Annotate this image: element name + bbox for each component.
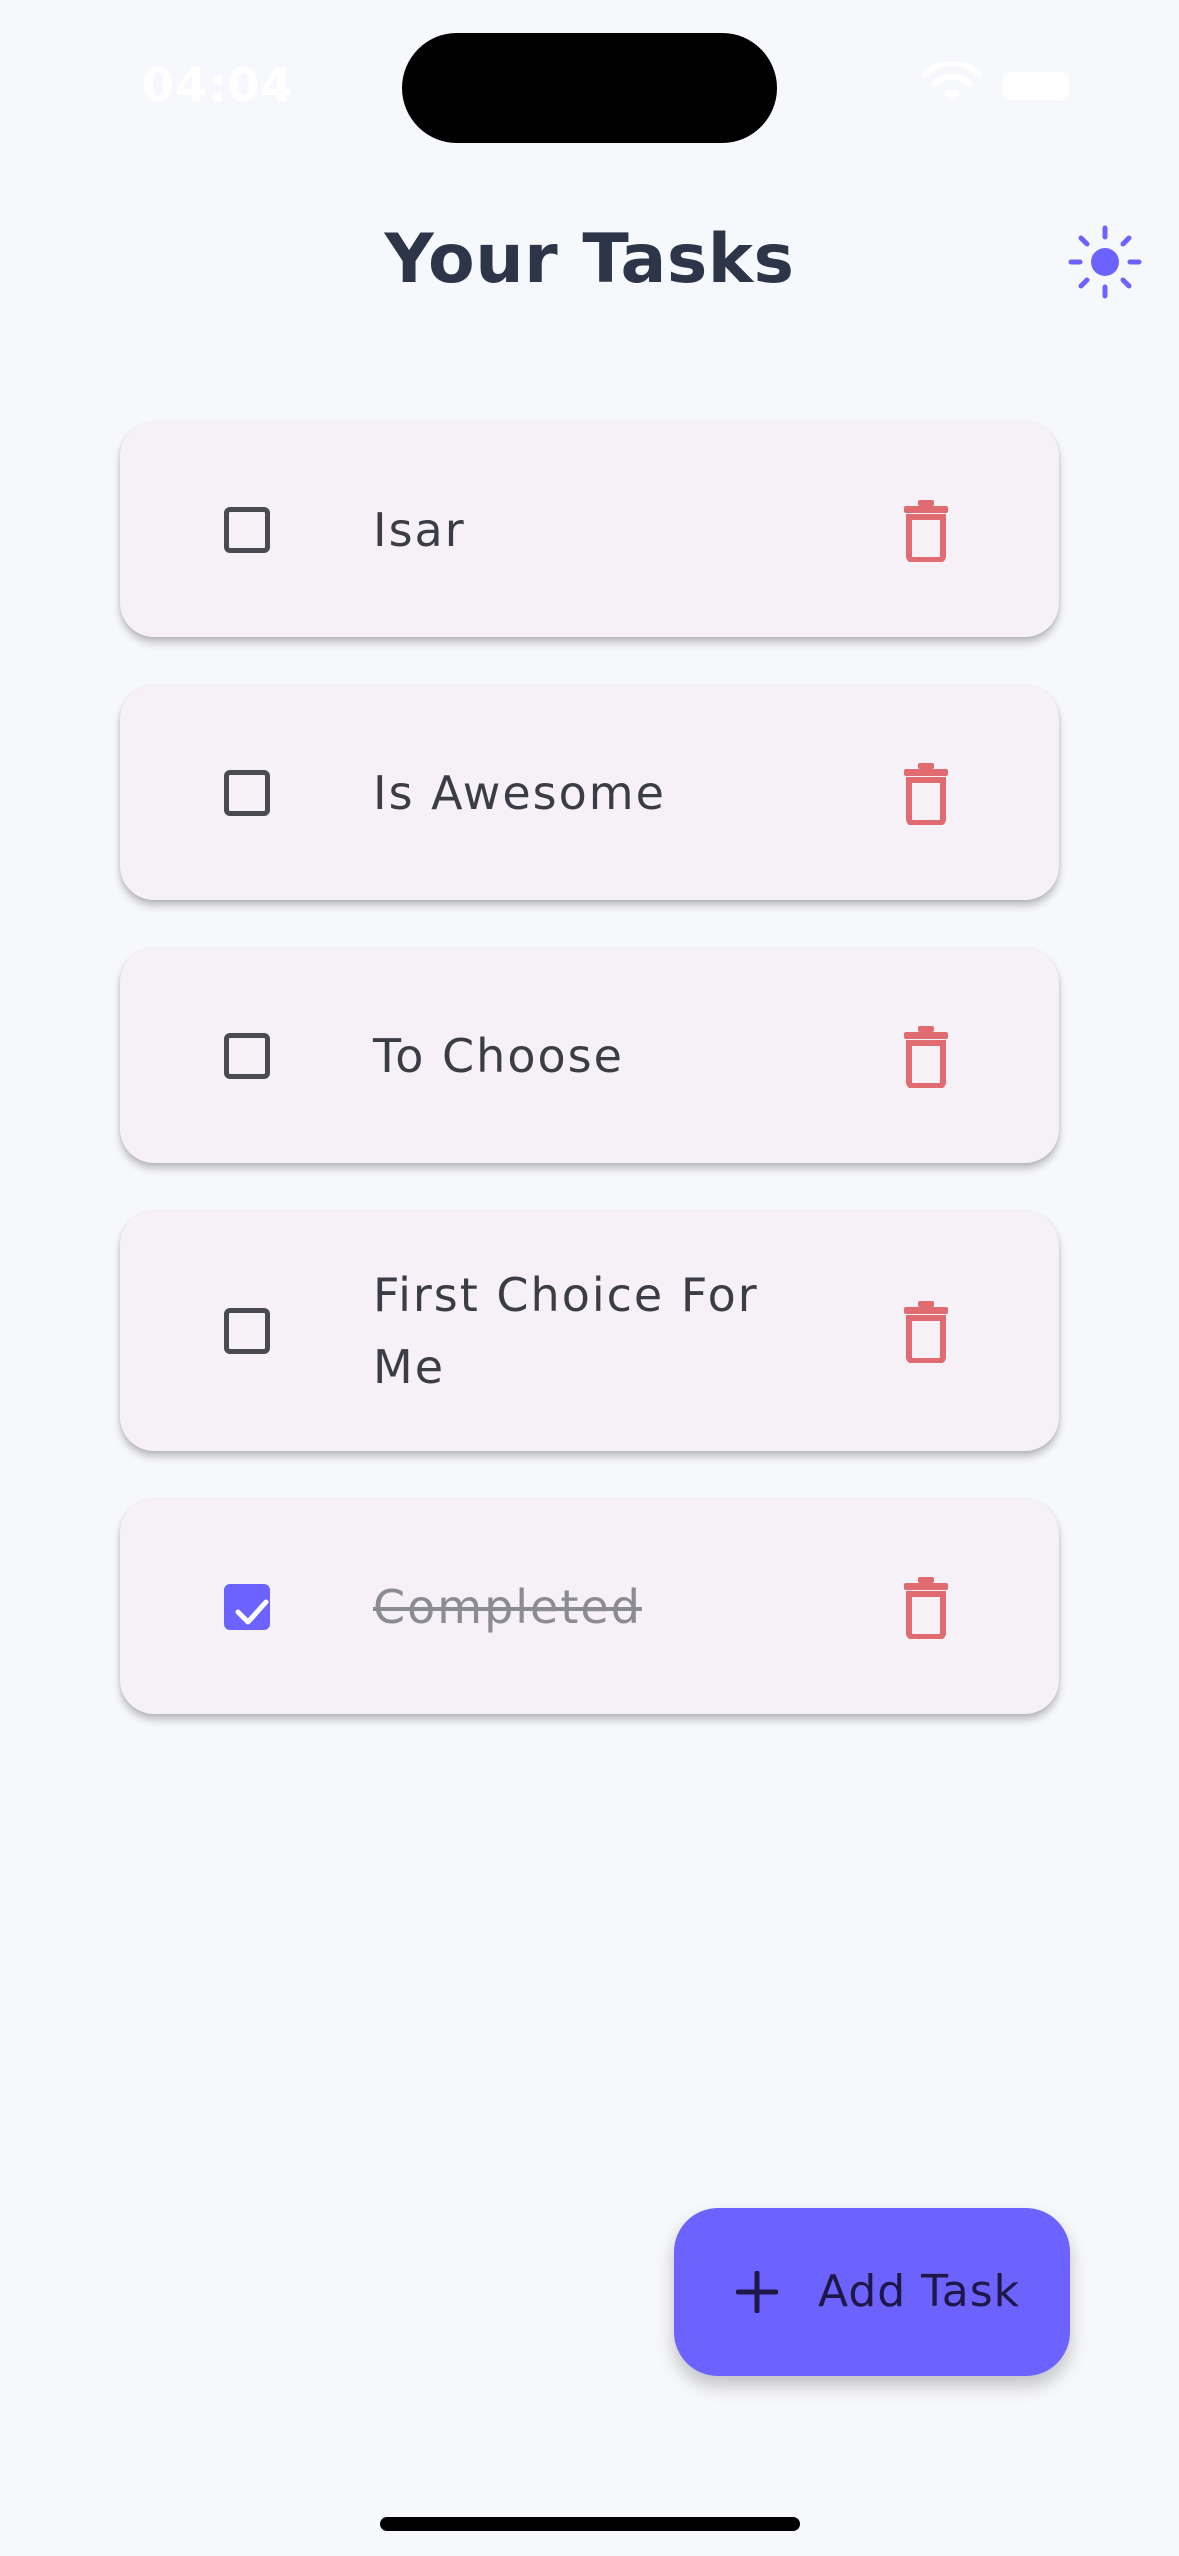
status-bar: 04:04 [0, 0, 1179, 170]
task-checkbox-checked[interactable] [224, 1583, 270, 1630]
task-card[interactable]: To Choose [120, 948, 1059, 1163]
task-list: Isar Is Awesome To Choose First Choice F… [120, 422, 1059, 1762]
task-checkbox[interactable] [224, 769, 270, 816]
trash-icon[interactable] [902, 1575, 950, 1639]
task-card[interactable]: First Choice For Me [120, 1211, 1059, 1451]
status-time: 04:04 [142, 58, 294, 112]
task-label: Isar [373, 502, 466, 557]
sun-icon[interactable] [1068, 225, 1142, 299]
trash-icon[interactable] [902, 1024, 950, 1088]
dynamic-island [402, 33, 777, 143]
trash-icon[interactable] [902, 1299, 950, 1363]
task-checkbox[interactable] [224, 506, 270, 553]
task-label: First Choice For Me [373, 1268, 759, 1394]
task-card[interactable]: Completed [120, 1499, 1059, 1714]
page-title: Your Tasks [384, 220, 795, 299]
trash-icon[interactable] [902, 498, 950, 562]
task-label-completed: Completed [373, 1579, 642, 1634]
task-card[interactable]: Is Awesome [120, 685, 1059, 900]
task-label: Is Awesome [373, 765, 666, 820]
task-label: To Choose [373, 1028, 624, 1083]
task-checkbox[interactable] [224, 1032, 270, 1079]
add-task-button[interactable]: Add Task [674, 2208, 1070, 2376]
check-icon [235, 1599, 269, 1624]
battery-icon [1003, 72, 1069, 100]
wifi-icon [922, 62, 982, 102]
trash-icon[interactable] [902, 761, 950, 825]
add-task-label: Add Task [818, 2266, 1021, 2317]
home-indicator[interactable] [380, 2517, 800, 2531]
plus-icon [736, 2271, 778, 2313]
task-card[interactable]: Isar [120, 422, 1059, 637]
task-checkbox[interactable] [224, 1308, 270, 1354]
